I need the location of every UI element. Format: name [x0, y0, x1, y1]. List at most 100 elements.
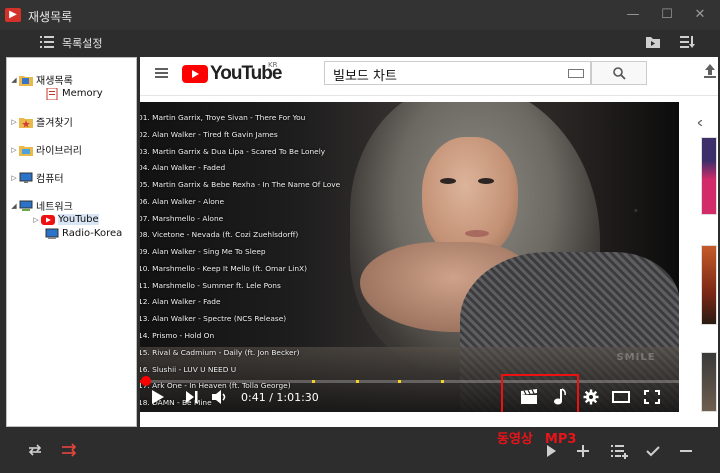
video-caption-label: 동영상	[497, 432, 533, 447]
tree-item-youtube[interactable]: ▷ YouTube	[31, 212, 99, 227]
expanded-arrow-icon[interactable]: ◢	[9, 202, 19, 210]
search-icon	[613, 67, 626, 80]
close-button[interactable]: ✕	[690, 6, 710, 24]
upload-icon[interactable]	[703, 63, 717, 79]
tree-item-favorites[interactable]: ▷ 즐겨찾기	[9, 114, 73, 129]
open-folder-icon[interactable]	[644, 33, 662, 51]
expanded-arrow-icon[interactable]: ◢	[9, 76, 19, 84]
tree-item-label: 라이브러리	[36, 146, 82, 157]
collapsed-arrow-icon[interactable]: ▷	[9, 174, 19, 182]
repeat-icon[interactable]	[26, 441, 44, 459]
progress-bar[interactable]	[140, 376, 679, 386]
library-tree: ◢ 재생목록 Memory ▷ 즐겨찾기 ▷ 라이브러리 ▷ 컴퓨터 ◢ 네트워…	[6, 57, 137, 427]
video-frame-eye	[440, 178, 456, 184]
track-line: 13. Alan Walker - Spectre (NCS Release)	[140, 314, 287, 323]
progress-handle[interactable]	[140, 376, 151, 386]
bottom-bar	[0, 427, 720, 473]
tree-item-playlist[interactable]: ◢ 재생목록	[9, 72, 73, 87]
search-button[interactable]	[591, 61, 647, 85]
volume-icon[interactable]	[210, 388, 230, 406]
collapsed-arrow-icon[interactable]: ▷	[31, 216, 41, 224]
tree-item-network[interactable]: ◢ 네트워크	[9, 198, 73, 213]
download-caption: 동영상 MP3	[497, 428, 588, 447]
chapter-marker	[398, 380, 401, 383]
recommendation-thumbnail[interactable]	[701, 352, 717, 412]
app-logo-icon: ▶	[5, 8, 21, 22]
tree-item-computer[interactable]: ▷ 컴퓨터	[9, 170, 64, 185]
next-icon[interactable]	[182, 388, 202, 406]
list-settings-label[interactable]: 목록설정	[62, 35, 102, 51]
track-line: 16. Slushii - LUV U NEED U	[140, 365, 237, 374]
collapsed-arrow-icon[interactable]: ▷	[9, 118, 19, 126]
title-bar: ▶ 재생목록 — ☐ ✕	[0, 0, 720, 30]
add-to-list-icon[interactable]	[610, 442, 628, 460]
recommendation-thumbnail[interactable]	[701, 245, 717, 325]
computer-icon	[19, 172, 33, 183]
track-line: 01. Martin Garrix, Troye Sivan - There F…	[140, 113, 306, 122]
track-line: 02. Alan Walker - Tired ft Gavin James	[140, 130, 278, 139]
menu-icon[interactable]	[155, 68, 168, 78]
radio-icon	[45, 228, 59, 239]
track-line: 06. Alan Walker - Alone	[140, 197, 225, 206]
library-folder-icon	[19, 145, 33, 156]
chapter-marker	[312, 380, 315, 383]
collapsed-arrow-icon[interactable]: ▷	[9, 146, 19, 154]
app-window: ▶ 재생목록 — ☐ ✕ 목록설정 ◢ 재생목록 Memory ▷ 즐겨찾기 ▷…	[0, 0, 720, 473]
playlist-folder-icon	[19, 75, 33, 86]
rail-scroll-left-icon[interactable]	[698, 120, 702, 126]
tree-item-label: YouTube	[58, 214, 99, 225]
tree-item-library[interactable]: ▷ 라이브러리	[9, 142, 82, 157]
track-line: 09. Alan Walker - Sing Me To Sleep	[140, 247, 266, 256]
tree-item-label: Memory	[62, 88, 103, 99]
chapter-marker	[441, 380, 444, 383]
play-icon[interactable]	[148, 388, 168, 406]
window-title: 재생목록	[28, 10, 73, 24]
download-highlight-box	[501, 374, 579, 412]
search-input[interactable]: 빌보드 차트	[324, 61, 591, 85]
track-line: 08. Vicetone - Nevada (ft. Cozi Zuehlsdo…	[140, 230, 299, 239]
settings-gear-icon[interactable]	[581, 388, 601, 406]
track-line: 10. Marshmello - Keep It Mello (ft. Omar…	[140, 264, 307, 273]
maximize-button[interactable]: ☐	[657, 6, 677, 24]
list-settings-icon[interactable]	[38, 33, 56, 51]
youtube-browser-panel: YouTube KR 빌보드 차트 01. Martin Garrix, Tro…	[140, 57, 718, 427]
memory-file-icon	[46, 87, 58, 100]
toolbar: 목록설정	[0, 30, 720, 54]
video-player[interactable]: 01. Martin Garrix, Troye Sivan - There F…	[140, 102, 679, 412]
youtube-header: YouTube KR 빌보드 차트	[140, 57, 700, 89]
track-line: 11. Marshmello - Summer ft. Lele Pons	[140, 281, 281, 290]
time-display: 0:41 / 1:01:30	[241, 391, 319, 404]
tree-item-radio-korea[interactable]: Radio-Korea	[45, 226, 122, 241]
track-line: 03. Martin Garrix & Dua Lipa - Scared To…	[140, 147, 326, 156]
youtube-logo-icon[interactable]	[182, 65, 208, 83]
remove-icon[interactable]	[677, 442, 695, 460]
video-frame-eye	[478, 178, 494, 184]
sort-list-icon[interactable]	[678, 33, 696, 51]
youtube-icon	[41, 214, 55, 225]
track-line: 07. Marshmello - Alone	[140, 214, 224, 223]
header-divider	[140, 95, 718, 96]
track-line: 14. Prismo - Hold On	[140, 331, 215, 340]
tree-item-label: Radio-Korea	[62, 228, 123, 239]
network-icon	[19, 200, 33, 211]
mp3-caption-label: MP3	[544, 432, 577, 447]
tree-item-label: 즐겨찾기	[36, 118, 73, 129]
theater-mode-icon[interactable]	[611, 388, 631, 406]
tree-item-memory[interactable]: Memory	[45, 86, 103, 101]
minimize-button[interactable]: —	[623, 6, 643, 24]
recommendation-rail	[698, 102, 718, 422]
recommendation-thumbnail[interactable]	[701, 137, 717, 215]
video-frame-face	[422, 137, 518, 259]
track-line: 04. Alan Walker - Faded	[140, 163, 226, 172]
shuffle-toggle-icon[interactable]	[60, 441, 78, 459]
track-line: 12. Alan Walker - Fade	[140, 297, 221, 306]
favorites-folder-icon	[19, 117, 33, 128]
check-icon[interactable]	[644, 442, 662, 460]
track-line: 05. Martin Garrix & Bebe Rexha - In The …	[140, 180, 341, 189]
fullscreen-icon[interactable]	[642, 388, 662, 406]
keyboard-icon[interactable]	[568, 69, 584, 78]
track-line: 15. Rival & Cadmium - Daily (ft. Jon Bec…	[140, 348, 300, 357]
search-input-value[interactable]: 빌보드 차트	[333, 65, 397, 84]
chapter-marker	[356, 380, 359, 383]
tree-item-label: 컴퓨터	[36, 174, 64, 185]
